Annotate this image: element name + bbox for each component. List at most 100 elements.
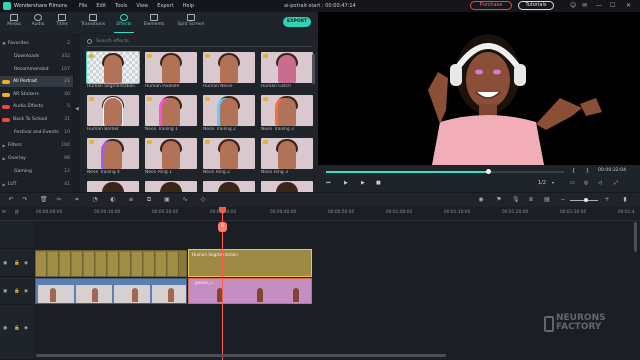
audio-mixer-icon[interactable]: ≡	[128, 197, 134, 203]
snapshot-icon[interactable]: ◎	[584, 180, 588, 186]
effect-tile-neon-trailing-4[interactable]	[87, 138, 139, 169]
render-icon[interactable]: ◉	[478, 197, 484, 203]
search-input[interactable]: Search effects	[86, 37, 312, 47]
effect-clip-human-segmentation[interactable]: Human Segmentation	[188, 249, 312, 277]
sidebar-item-favorites[interactable]: ♥ Favorites 2	[0, 38, 73, 49]
effect-tile-human-border[interactable]	[87, 95, 139, 126]
effect-tile-human-segmentation[interactable]	[86, 51, 140, 84]
effect-tile-human-pixelate[interactable]	[145, 52, 197, 83]
export-button[interactable]: EXPORT	[283, 17, 311, 27]
effect-tile-human-glitch[interactable]	[261, 52, 313, 83]
sidebar-item-ar-stickers[interactable]: AR Stickers 40	[0, 89, 73, 100]
lock-icon[interactable]: 🔒	[14, 326, 20, 331]
sidebar-item-overlay[interactable]: ▶ Overlay 96	[0, 153, 73, 164]
play-pause-icon[interactable]: ▶	[361, 180, 365, 186]
menu-view[interactable]: View	[136, 3, 148, 9]
effect-tile[interactable]	[87, 181, 139, 192]
snap-icon[interactable]: ⧈	[528, 197, 534, 203]
voiceover-icon[interactable]: 🎙	[512, 197, 520, 203]
fullscreen-icon[interactable]: ⤢	[614, 180, 618, 186]
mark-in-icon[interactable]: {	[572, 168, 575, 174]
menu-edit[interactable]: Edit	[96, 3, 106, 9]
sidebar-item-festival-events[interactable]: Festival and Events 10	[0, 127, 73, 138]
effect-tile-neon-trailing-1[interactable]	[145, 95, 197, 126]
sidebar-item-gaming[interactable]: Gaming 12	[0, 166, 73, 177]
effects-scrollbar[interactable]	[312, 54, 315, 84]
playhead-marker[interactable]: 6	[218, 222, 227, 232]
tab-effects[interactable]: Effects	[112, 13, 136, 33]
menu-file[interactable]: File	[79, 3, 87, 9]
minimize-icon[interactable]: —	[596, 2, 602, 9]
display-icon[interactable]: ▭	[570, 180, 575, 186]
effect-tile-neon-ring-2[interactable]	[203, 138, 255, 169]
purchase-button[interactable]: Purchase	[470, 1, 512, 10]
timeline-horizontal-scrollbar[interactable]	[36, 354, 446, 357]
effect-tile-neon-trailing-3[interactable]	[261, 95, 313, 126]
split-icon[interactable]: ⧉	[146, 197, 152, 203]
quality-ratio[interactable]: 1/2	[538, 180, 546, 186]
progress-handle[interactable]	[485, 169, 491, 174]
speed-icon[interactable]: ◔	[92, 197, 98, 203]
tab-audio[interactable]: Audio	[26, 13, 50, 32]
sidebar-item-back-to-school[interactable]: Back To School 31	[0, 114, 73, 125]
user-icon[interactable]: ☺	[570, 2, 576, 9]
sidebar-item-audio-effects[interactable]: Audio Effects 5	[0, 101, 73, 112]
tab-titles[interactable]: Titles	[50, 13, 74, 32]
menu-export[interactable]: Export	[157, 3, 173, 9]
delete-icon[interactable]: 🗑	[40, 197, 48, 203]
zoom-slider-handle[interactable]	[584, 198, 588, 202]
tab-media[interactable]: Media	[2, 13, 26, 32]
effect-tile[interactable]	[145, 181, 197, 192]
tab-elements[interactable]: Elements	[142, 13, 166, 32]
tab-transitions[interactable]: Transitions	[80, 13, 106, 32]
add-track-icon[interactable]: ⊞	[2, 210, 6, 215]
volume-icon[interactable]: ◁	[598, 180, 602, 186]
effect-tile-neon-ring-1[interactable]	[145, 138, 197, 169]
sidebar-item-lut[interactable]: ▶ LUT 41	[0, 179, 73, 190]
timeline-vertical-scrollbar[interactable]	[634, 222, 637, 252]
fit-icon[interactable]: ▮	[622, 197, 628, 203]
green-screen-icon[interactable]: ▣	[164, 197, 170, 203]
playback-progress[interactable]	[326, 169, 564, 174]
timeline-ruler[interactable]: ⊞ ⛓ 00:00:00:00 00:00:10:00 00:00:20:00 …	[0, 207, 640, 221]
sidebar-item-recommended[interactable]: Recommended 107	[0, 64, 73, 75]
cut-icon[interactable]: ✂	[56, 197, 62, 203]
step-back-icon[interactable]: ⏮	[326, 180, 331, 186]
video-clip-1[interactable]	[35, 278, 187, 304]
keyframe-icon[interactable]: ◇	[200, 197, 206, 203]
ratio-dropdown-icon[interactable]: ▾	[552, 180, 554, 185]
sidebar-item-downloads[interactable]: Downloads 332	[0, 51, 73, 62]
eye-icon[interactable]: ◉	[24, 326, 28, 331]
zoom-out-icon[interactable]: −	[560, 197, 566, 203]
marker-icon[interactable]: ⚑	[496, 197, 502, 203]
lock-icon[interactable]: 🔒	[14, 289, 20, 294]
link-icon[interactable]: ⛓	[14, 210, 19, 215]
sidebar-item-filters[interactable]: ▶ Filters 160	[0, 140, 73, 151]
menu-tools[interactable]: Tools	[115, 3, 127, 9]
eye-icon[interactable]: ◉	[24, 261, 28, 266]
stop-icon[interactable]: ■	[376, 180, 381, 186]
tutorials-button[interactable]: Tutorials	[518, 1, 554, 10]
effect-tile-human-noise[interactable]	[203, 52, 255, 83]
play-icon[interactable]: ▶︎	[344, 180, 348, 186]
audio-wave-icon[interactable]: ∿	[182, 197, 188, 203]
lock-icon[interactable]: 🔒	[14, 261, 20, 266]
maximize-icon[interactable]: ☐	[610, 2, 615, 9]
sidebar-item-all-portrait[interactable]: All Portrait 21	[0, 76, 73, 87]
video-clip-pexels[interactable]: pexels_c...	[188, 278, 312, 304]
menu-help[interactable]: Help	[183, 3, 194, 9]
undo-icon[interactable]: ↶	[8, 197, 14, 203]
effect-tile-neon-trailing-2[interactable]	[203, 95, 255, 126]
redo-icon[interactable]: ↷	[22, 197, 28, 203]
eye-icon[interactable]: ◉	[24, 289, 28, 294]
zoom-in-icon[interactable]: +	[604, 197, 610, 203]
notification-icon[interactable]: ✉	[582, 2, 587, 9]
effect-clip-group[interactable]	[35, 250, 187, 277]
mark-out-icon[interactable]: }	[586, 168, 589, 174]
color-icon[interactable]: ◐	[110, 197, 116, 203]
tab-split-screen[interactable]: Split Screen	[175, 13, 207, 32]
track-icon[interactable]: ▤	[544, 197, 550, 203]
effect-tile-neon-ring-3[interactable]	[261, 138, 313, 169]
close-icon[interactable]: ✕	[626, 2, 631, 9]
effect-tile[interactable]	[203, 181, 255, 192]
